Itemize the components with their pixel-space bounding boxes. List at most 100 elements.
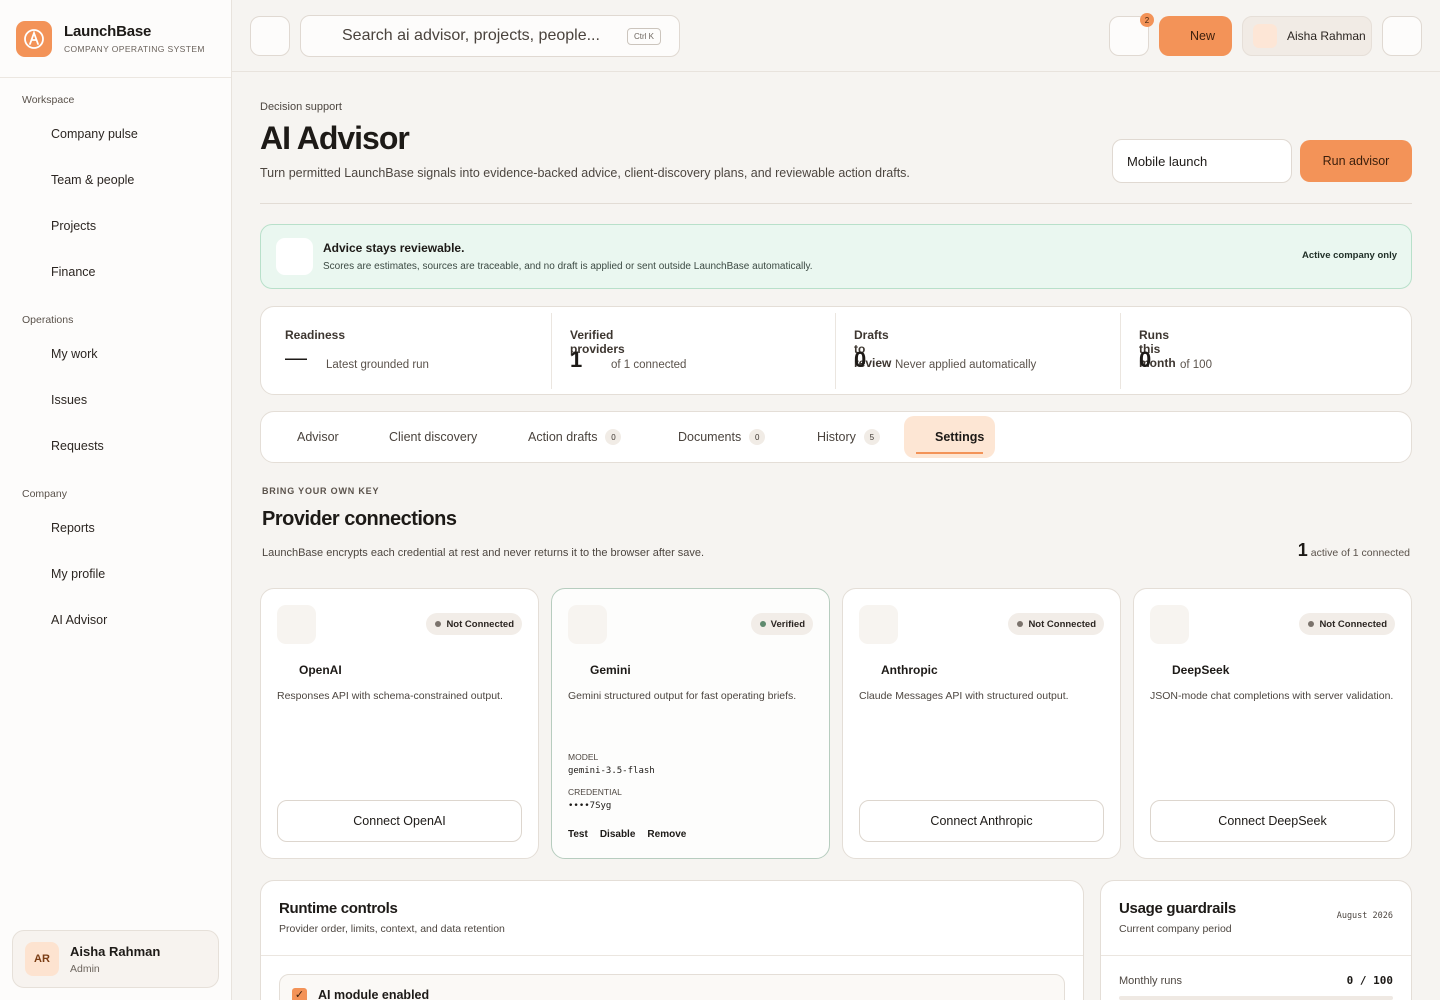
ai-module-toggle[interactable]: ✓ AI module enabled — [279, 974, 1065, 1000]
topbar: Search ai advisor, projects, people... C… — [232, 0, 1440, 72]
tab-count-badge: 0 — [605, 429, 622, 445]
checkbox-checked-icon[interactable]: ✓ — [292, 988, 307, 1000]
monthly-runs-progress — [1119, 996, 1393, 1000]
tab-label: Action drafts — [528, 430, 598, 444]
stat-value: — — [285, 345, 307, 370]
run-advisor-button[interactable]: Run advisor — [1300, 140, 1412, 182]
deepseek-icon — [1150, 605, 1189, 644]
credential-label: CREDENTIAL — [568, 787, 622, 797]
tab-count-badge: 0 — [749, 429, 766, 445]
sidebar-item-projects[interactable]: Projects — [51, 219, 96, 233]
tab-settings[interactable]: Settings — [935, 412, 984, 462]
header-divider — [260, 203, 1412, 204]
providers-description: LaunchBase encrypts each credential at r… — [262, 547, 705, 559]
usage-subtitle: Current company period — [1119, 923, 1232, 935]
tab-documents[interactable]: Documents 0 — [678, 412, 766, 462]
launchbase-logo-icon — [16, 20, 52, 57]
sidebar-item-team-people[interactable]: Team & people — [51, 173, 134, 187]
sidebar-item-my-profile[interactable]: My profile — [51, 567, 105, 581]
stat-sub: Latest grounded run — [326, 359, 429, 371]
providers-active-count: 1 active of 1 connected — [1298, 540, 1410, 561]
notifications-button[interactable]: 2 — [1109, 13, 1154, 56]
connect-openai-button[interactable]: Connect OpenAI — [277, 800, 522, 842]
reviewable-notice: Advice stays reviewable. Scores are esti… — [260, 224, 1412, 289]
test-button[interactable]: Test — [568, 829, 588, 840]
status-badge: Not Connected — [1299, 613, 1395, 635]
search-shortcut: Ctrl K — [627, 28, 661, 45]
providers-title: Provider connections — [262, 508, 457, 530]
brand-name: LaunchBase — [64, 23, 152, 40]
provider-name: DeepSeek — [1172, 663, 1230, 677]
connect-deepseek-button[interactable]: Connect DeepSeek — [1150, 800, 1395, 842]
provider-name: Gemini — [590, 663, 631, 677]
sidebar-item-reports[interactable]: Reports — [51, 521, 95, 535]
providers-eyebrow: BRING YOUR OWN KEY — [262, 486, 380, 496]
user-menu-button[interactable]: Aisha Rahman — [1242, 16, 1372, 56]
provider-name: OpenAI — [299, 663, 342, 677]
runtime-controls-panel: Runtime controls Provider order, limits,… — [260, 880, 1084, 1000]
remove-button[interactable]: Remove — [647, 829, 686, 840]
stat-divider — [835, 313, 836, 389]
stat-value: 1 — [570, 347, 583, 372]
usage-title: Usage guardrails — [1119, 900, 1236, 917]
brand[interactable]: LaunchBase COMPANY OPERATING SYSTEM — [0, 0, 231, 78]
provider-card-deepseek: Not Connected DeepSeek JSON-mode chat co… — [1133, 588, 1412, 859]
gemini-icon — [568, 605, 607, 644]
tab-history[interactable]: History 5 — [817, 412, 880, 462]
sidebar-item-ai-advisor[interactable]: AI Advisor — [51, 613, 107, 627]
tab-advisor[interactable]: Advisor — [297, 412, 339, 462]
sidebar-item-my-work[interactable]: My work — [51, 347, 98, 361]
status-badge: Not Connected — [1008, 613, 1104, 635]
stat-sub: Never applied automatically — [895, 359, 1037, 371]
notice-text: Scores are estimates, sources are tracea… — [323, 261, 813, 272]
shield-icon — [276, 238, 313, 275]
page-description: Turn permitted LaunchBase signals into e… — [260, 166, 910, 180]
project-select[interactable]: Mobile launch — [1112, 139, 1292, 183]
notice-title: Advice stays reviewable. — [323, 241, 465, 255]
nav-group-company: Company — [22, 488, 67, 500]
stat-value: 0 — [1139, 347, 1152, 372]
brand-subtitle: COMPANY OPERATING SYSTEM — [64, 44, 205, 54]
usage-period: August 2026 — [1336, 911, 1393, 921]
stat-sub: of 100 — [1180, 359, 1212, 371]
runtime-title: Runtime controls — [279, 900, 398, 917]
sidebar-user-name: Aisha Rahman — [70, 943, 161, 959]
tab-client-discovery[interactable]: Client discovery — [389, 412, 477, 462]
sidebar-item-finance[interactable]: Finance — [51, 265, 95, 279]
nav-group-workspace: Workspace — [22, 94, 75, 106]
tab-label: Client discovery — [389, 430, 478, 444]
active-count-value: 1 — [1297, 540, 1308, 560]
connect-anthropic-button[interactable]: Connect Anthropic — [859, 800, 1104, 842]
credential-value: ••••7Syg — [568, 801, 612, 811]
sidebar-item-company-pulse[interactable]: Company pulse — [51, 127, 138, 141]
tab-action-drafts[interactable]: Action drafts 0 — [528, 412, 622, 462]
anthropic-icon — [859, 605, 898, 644]
nav-group-operations: Operations — [22, 314, 74, 326]
new-button[interactable]: New — [1159, 16, 1232, 56]
theme-toggle-button[interactable] — [1382, 16, 1422, 56]
page-title: AI Advisor — [260, 120, 410, 156]
page-eyebrow: Decision support — [260, 101, 342, 113]
search-input[interactable]: Search ai advisor, projects, people... C… — [300, 15, 680, 57]
active-count-text: active of 1 connected — [1310, 547, 1410, 559]
monthly-runs-label: Monthly runs — [1119, 975, 1182, 987]
notice-scope: Active company only — [1301, 250, 1397, 261]
provider-description: Responses API with schema-constrained ou… — [277, 690, 503, 702]
menu-toggle-button[interactable] — [250, 16, 290, 56]
stat-sub: of 1 connected — [611, 359, 687, 371]
model-value: gemini-3.5-flash — [568, 766, 655, 776]
provider-card-gemini: Verified Gemini Gemini structured output… — [551, 588, 830, 859]
provider-card-anthropic: Not Connected Anthropic Claude Messages … — [842, 588, 1121, 859]
sidebar-item-issues[interactable]: Issues — [51, 393, 87, 407]
provider-description: Claude Messages API with structured outp… — [859, 690, 1069, 702]
notification-count-badge: 2 — [1140, 13, 1154, 27]
avatar: AR — [25, 942, 59, 976]
provider-card-openai: Not Connected OpenAI Responses API with … — [260, 588, 539, 859]
disable-button[interactable]: Disable — [600, 829, 636, 840]
stats-strip: Readiness — Latest grounded run Verified… — [260, 306, 1412, 395]
sidebar-user-card[interactable]: AR Aisha Rahman Admin — [12, 930, 219, 988]
sidebar-user-role: Admin — [70, 962, 100, 975]
sidebar-item-requests[interactable]: Requests — [51, 439, 104, 453]
panel-divider — [1101, 955, 1411, 956]
monthly-runs-value: 0 / 100 — [1346, 974, 1393, 987]
